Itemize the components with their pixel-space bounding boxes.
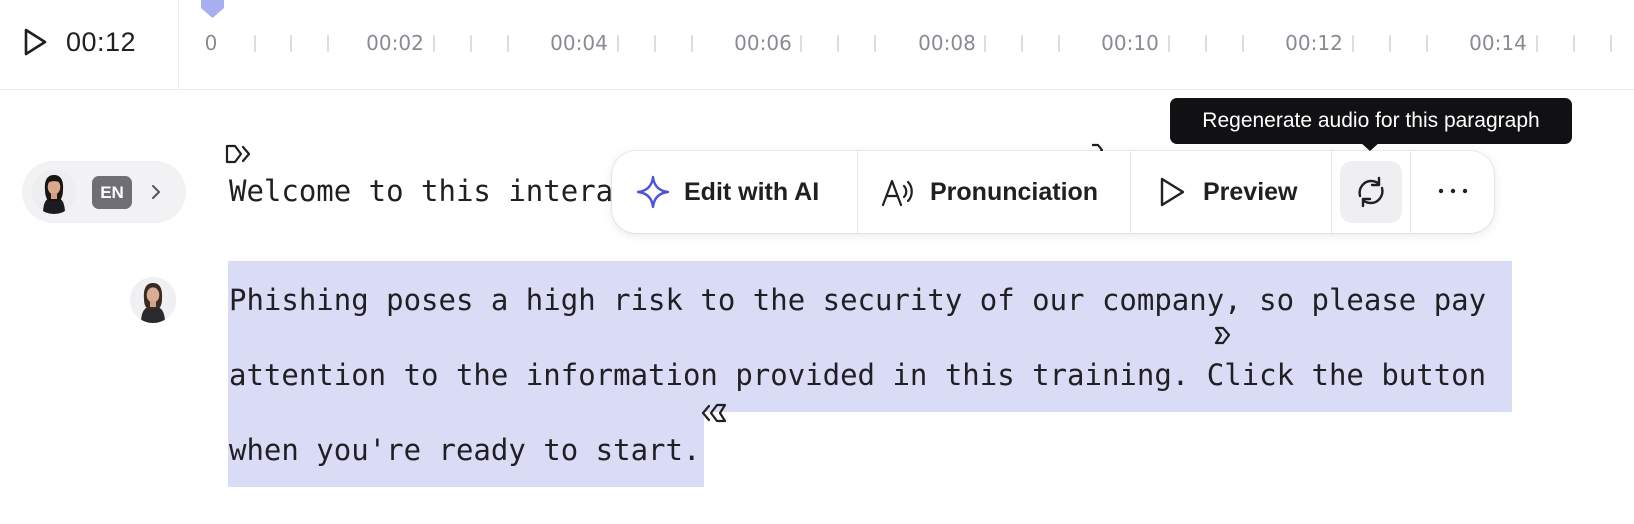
paragraph-2-line-1[interactable]: Phishing poses a high risk to the securi… [229, 283, 1486, 317]
regenerate-tooltip: Regenerate audio for this paragraph [1170, 98, 1572, 144]
regenerate-button[interactable] [1340, 161, 1402, 223]
tick [617, 35, 619, 52]
paragraph-toolbar: Edit with AI Pronunciation Preview [612, 151, 1494, 233]
tick [1242, 35, 1244, 52]
tick [1426, 35, 1428, 52]
current-time: 00:12 [66, 27, 137, 57]
paragraph-1-text[interactable]: Welcome to this intera [229, 174, 613, 208]
preview-label: Preview [1203, 178, 1298, 206]
tick [837, 35, 839, 52]
tick [1610, 35, 1612, 52]
tick-label: 0 [204, 31, 218, 55]
tick-label: 00:06 [734, 31, 792, 55]
avatar [130, 277, 176, 323]
tick [1205, 35, 1207, 52]
tick [654, 35, 656, 52]
playhead-marker[interactable] [200, 0, 225, 18]
rewind-marker-icon[interactable] [698, 400, 728, 426]
tick [327, 35, 329, 52]
tick-label: 00:12 [1285, 31, 1343, 55]
paragraph-2-line-2[interactable]: attention to the information provided in… [229, 358, 1486, 392]
tick-label: 00:10 [1101, 31, 1159, 55]
avatar [32, 170, 76, 214]
tick-label: 00:14 [1469, 31, 1527, 55]
edit-with-ai-button[interactable]: Edit with AI [612, 151, 857, 233]
tooltip-arrow [1360, 142, 1380, 151]
tick [290, 35, 292, 52]
tick [1168, 35, 1170, 52]
tick [874, 35, 876, 52]
more-horizontal-icon [1438, 188, 1468, 194]
tick [1058, 35, 1060, 52]
preview-button[interactable]: Preview [1131, 151, 1331, 233]
paragraph-2-line-3[interactable]: when you're ready to start. [229, 433, 700, 467]
tick [470, 35, 472, 52]
timeline-bar: 00:12 0 00:02 00:04 00:06 00:08 00:10 00… [0, 0, 1634, 90]
tick [800, 35, 802, 52]
tick [1389, 35, 1391, 52]
divider [1331, 151, 1332, 233]
tick [1573, 35, 1575, 52]
sparkle-icon [636, 175, 670, 209]
edit-with-ai-label: Edit with AI [684, 178, 820, 206]
speaker-selector[interactable]: EN [22, 161, 186, 223]
refresh-icon [1358, 176, 1384, 208]
tick-label: 00:08 [918, 31, 976, 55]
pronunciation-icon [881, 179, 913, 207]
tick-label: 00:04 [550, 31, 608, 55]
tick [1021, 35, 1023, 52]
pronunciation-button[interactable]: Pronunciation [858, 151, 1130, 233]
tick [1352, 35, 1354, 52]
play-icon [1160, 177, 1185, 207]
tick-label: 00:02 [366, 31, 424, 55]
tick [984, 35, 986, 52]
pause-break-icon[interactable] [224, 141, 254, 167]
pronunciation-label: Pronunciation [930, 178, 1099, 206]
timeline-ruler[interactable]: 0 00:02 00:04 00:06 00:08 00:10 00:12 00… [179, 0, 1634, 89]
tick [433, 35, 435, 52]
tick [507, 35, 509, 52]
play-icon[interactable] [18, 26, 50, 58]
tick [1536, 35, 1538, 52]
chevron-right-icon [152, 185, 160, 199]
tick [254, 35, 256, 52]
tick [691, 35, 693, 52]
more-options-button[interactable] [1411, 151, 1494, 233]
language-badge: EN [92, 176, 132, 209]
pause-marker-icon[interactable] [1212, 324, 1242, 350]
player-controls: 00:12 [0, 0, 179, 89]
